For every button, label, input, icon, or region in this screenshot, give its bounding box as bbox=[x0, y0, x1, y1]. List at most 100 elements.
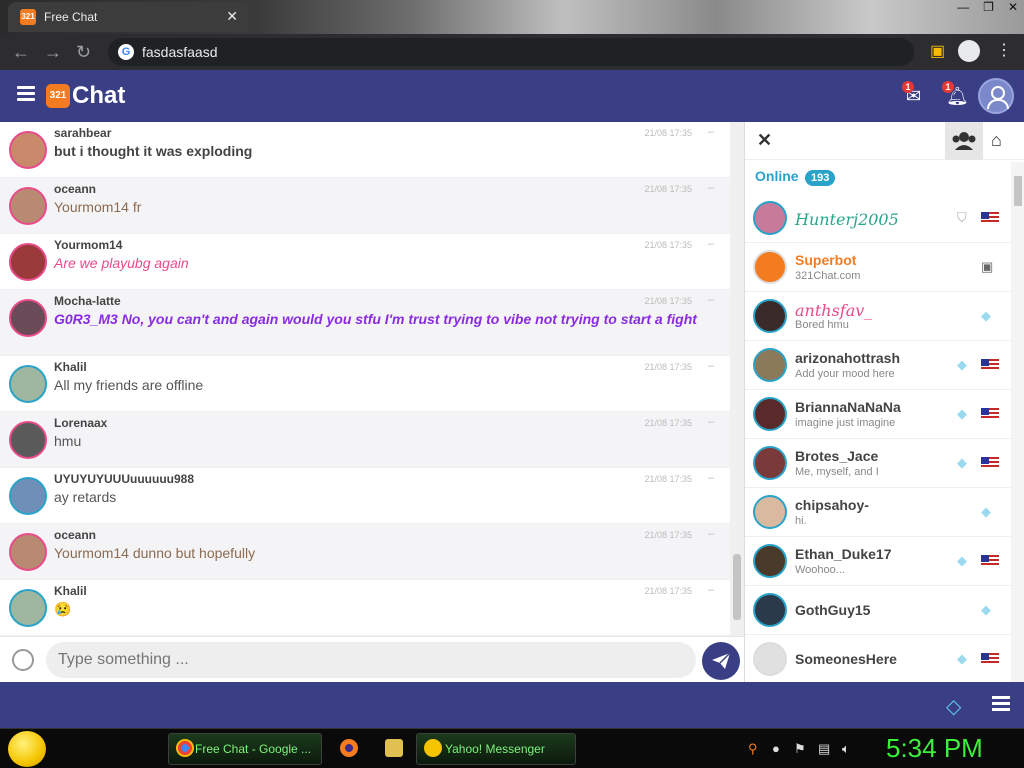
message-options-icon[interactable]: – bbox=[708, 472, 714, 484]
extension-icon[interactable]: ▣ bbox=[930, 41, 945, 61]
avatar[interactable] bbox=[9, 243, 47, 281]
user-list-item[interactable]: chipsahoy-hi. ◆ bbox=[745, 488, 1011, 537]
user-name[interactable]: BriannaNaNaNa bbox=[795, 399, 901, 415]
users-panel: ✕ ⌂ Online 193 Hunterj2005 ⛉ Superbot 321Ch… bbox=[744, 122, 1024, 682]
user-name[interactable]: Brotes_Jace bbox=[795, 448, 878, 464]
folder-icon[interactable] bbox=[385, 739, 403, 757]
user-name[interactable]: Superbot bbox=[795, 252, 856, 268]
user-name[interactable]: GothGuy15 bbox=[795, 602, 870, 618]
user-list-item[interactable]: Brotes_Jace Me, myself, and I ◆ bbox=[745, 439, 1011, 488]
emoji-icon[interactable] bbox=[12, 649, 34, 671]
hamburger-menu-icon[interactable] bbox=[17, 86, 35, 102]
maximize-icon[interactable]: ❐ bbox=[983, 0, 994, 18]
user-name[interactable]: Ethan_Duke17 bbox=[795, 546, 891, 562]
message-username[interactable]: sarahbear bbox=[54, 126, 111, 140]
message-username[interactable]: Mocha-latte bbox=[54, 294, 121, 308]
message-input[interactable] bbox=[46, 642, 696, 678]
minimize-icon[interactable]: — bbox=[957, 0, 969, 18]
app-logo[interactable]: 321 Chat bbox=[46, 82, 125, 109]
avatar[interactable] bbox=[9, 187, 47, 225]
message-options-icon[interactable]: – bbox=[708, 238, 714, 250]
message-options-icon[interactable]: – bbox=[708, 528, 714, 540]
avatar[interactable] bbox=[9, 421, 47, 459]
forward-arrow-icon[interactable]: → bbox=[44, 42, 62, 63]
avatar[interactable] bbox=[753, 495, 787, 529]
message-username[interactable]: UYUYUYUUUuuuuuu988 bbox=[54, 472, 194, 486]
message-username[interactable]: Khalil bbox=[54, 584, 87, 598]
tab-close-icon[interactable]: ✕ bbox=[226, 8, 238, 25]
browser-tab[interactable]: 321 Free Chat ✕ bbox=[8, 2, 248, 32]
start-button-icon[interactable] bbox=[8, 731, 46, 767]
user-list-item[interactable]: Superbot 321Chat.com ▣ bbox=[745, 243, 1011, 292]
user-name[interactable]: SomeonesHere bbox=[795, 651, 897, 667]
user-profile-avatar[interactable] bbox=[978, 78, 1014, 114]
message-username[interactable]: oceann bbox=[54, 182, 96, 196]
users-tab-button[interactable] bbox=[945, 122, 983, 160]
user-list-item[interactable]: Ethan_Duke17 Woohoo... ◆ bbox=[745, 537, 1011, 586]
avatar[interactable] bbox=[9, 299, 47, 337]
browser-menu-icon[interactable]: ⋮ bbox=[996, 40, 1012, 60]
action-center-flag-icon[interactable]: ⚑ bbox=[794, 741, 806, 757]
avatar[interactable] bbox=[9, 589, 47, 627]
avatar[interactable] bbox=[753, 397, 787, 431]
avatar[interactable] bbox=[9, 131, 47, 169]
message-text: ay retards bbox=[54, 489, 117, 505]
message-options-icon[interactable]: – bbox=[708, 182, 714, 194]
app-footer: ◇ bbox=[0, 682, 1024, 728]
send-button[interactable] bbox=[702, 642, 740, 680]
back-arrow-icon[interactable]: ← bbox=[12, 42, 30, 63]
avatar[interactable] bbox=[753, 642, 787, 676]
diamond-icon: ◆ bbox=[957, 553, 967, 568]
avatar[interactable] bbox=[753, 250, 787, 284]
notification-badge: 1 bbox=[942, 81, 954, 93]
message-options-icon[interactable]: – bbox=[708, 360, 714, 372]
message-username[interactable]: Yourmom14 bbox=[54, 238, 122, 252]
reload-icon[interactable]: ↻ bbox=[76, 42, 91, 63]
home-icon[interactable]: ⌂ bbox=[991, 130, 1002, 151]
notification-bell-icon[interactable]: 🔔︎ 1 bbox=[942, 81, 970, 106]
network-icon[interactable]: ▤ bbox=[818, 741, 830, 757]
us-flag-icon bbox=[981, 212, 999, 224]
avatar[interactable] bbox=[9, 365, 47, 403]
diamond-icon[interactable]: ◇ bbox=[946, 694, 961, 719]
user-list-item[interactable]: BriannaNaNaNa imagine just imagine ◆ bbox=[745, 390, 1011, 439]
message-username[interactable]: oceann bbox=[54, 528, 96, 542]
close-window-icon[interactable]: ✕ bbox=[1008, 0, 1018, 18]
tray-status-icon[interactable]: ● bbox=[772, 741, 780, 756]
message-options-icon[interactable]: – bbox=[708, 294, 714, 306]
firefox-icon[interactable] bbox=[340, 739, 358, 757]
avatar[interactable] bbox=[753, 201, 787, 235]
avatar[interactable] bbox=[753, 348, 787, 382]
avatar[interactable] bbox=[753, 299, 787, 333]
message-username[interactable]: Lorenaax bbox=[54, 416, 107, 430]
users-scrollbar[interactable] bbox=[1011, 162, 1024, 682]
search-tray-icon[interactable]: ⚲ bbox=[748, 741, 758, 757]
browser-profile-icon[interactable] bbox=[958, 40, 980, 62]
user-name[interactable]: anthsfav_ bbox=[795, 301, 872, 320]
user-name[interactable]: arizonahottrash bbox=[795, 350, 900, 366]
user-list-item[interactable]: GothGuy15 ◆ bbox=[745, 586, 1011, 635]
user-list-item[interactable]: SomeonesHere ◆ bbox=[745, 635, 1011, 682]
us-flag-icon bbox=[981, 457, 999, 469]
message-options-icon[interactable]: – bbox=[708, 584, 714, 596]
avatar[interactable] bbox=[9, 477, 47, 515]
avatar[interactable] bbox=[9, 533, 47, 571]
user-list-item[interactable]: anthsfav_ Bored hmu ◆ bbox=[745, 292, 1011, 341]
user-name[interactable]: Hunterj2005 bbox=[795, 210, 899, 229]
footer-menu-icon[interactable] bbox=[992, 696, 1010, 711]
user-name[interactable]: chipsahoy- bbox=[795, 497, 869, 513]
address-url[interactable]: fasdasfaasd bbox=[142, 44, 218, 60]
avatar[interactable] bbox=[753, 446, 787, 480]
mail-icon[interactable]: ✉ 1 bbox=[902, 81, 930, 106]
message-username[interactable]: Khalil bbox=[54, 360, 87, 374]
message-options-icon[interactable]: – bbox=[708, 416, 714, 428]
user-list-item[interactable]: arizonahottrash Add your mood here ◆ bbox=[745, 341, 1011, 390]
avatar[interactable] bbox=[753, 544, 787, 578]
avatar[interactable] bbox=[753, 593, 787, 627]
address-bar[interactable]: G fasdasfaasd bbox=[108, 38, 914, 66]
close-panel-icon[interactable]: ✕ bbox=[757, 130, 772, 151]
message-options-icon[interactable]: – bbox=[708, 126, 714, 138]
user-list-item[interactable]: Hunterj2005 ⛉ bbox=[745, 194, 1011, 243]
volume-icon[interactable]: 🔈︎ bbox=[842, 741, 850, 757]
chat-scrollbar[interactable] bbox=[730, 122, 744, 636]
